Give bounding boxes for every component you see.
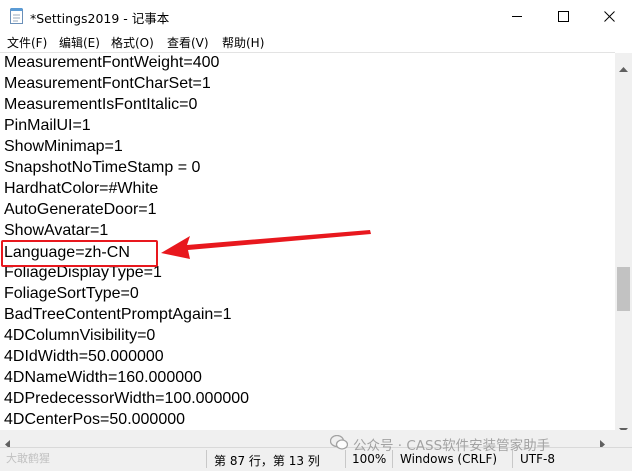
text-line: AutoGenerateDoor=1 (4, 201, 157, 218)
text-line: FoliageSortType=0 (4, 285, 139, 302)
text-line: ShowMinimap=1 (4, 138, 123, 155)
text-line: PinMailUI=1 (4, 117, 91, 134)
zoom-level: 100% (352, 452, 387, 466)
menu-file[interactable]: 文件(F) (7, 34, 47, 51)
text-line: MeasurementIsFontItalic=0 (4, 96, 198, 113)
watermark-left: 大敢鹤猩 (6, 452, 50, 465)
text-line: BadTreeContentPromptAgain=1 (4, 306, 232, 323)
minimize-button[interactable] (494, 0, 540, 32)
text-line: SnapshotNoTimeStamp = 0 (4, 159, 201, 176)
watermark-right-text: 公众号 · CASS软件安装管家助手 (353, 438, 551, 454)
menu-view[interactable]: 查看(V) (167, 34, 209, 51)
vertical-scrollbar[interactable] (615, 53, 632, 433)
text-line: 4DNameWidth=160.000000 (4, 369, 202, 386)
text-line: 4DPredecessorWidth=100.000000 (4, 390, 250, 407)
title-bar: *Settings2019 - 记事本 (0, 0, 632, 32)
close-icon (603, 10, 615, 22)
text-line: 4DCenterPos=50.000000 (4, 411, 186, 428)
text-line: MeasurementFontWeight=400 (4, 54, 220, 71)
window-title: *Settings2019 - 记事本 (30, 11, 170, 26)
minimize-icon (511, 11, 523, 22)
menu-edit[interactable]: 编辑(E) (59, 34, 100, 51)
menu-bar: 文件(F) 编辑(E) 格式(O) 查看(V) 帮助(H) (0, 32, 632, 52)
wechat-icon (329, 434, 353, 454)
text-line: ShowAvatar=1 (4, 222, 109, 239)
text-line: 4DColumnVisibility=0 (4, 327, 156, 344)
encoding: UTF-8 (520, 452, 555, 466)
maximize-button[interactable] (540, 0, 586, 32)
text-line: MeasurementFontCharSet=1 (4, 75, 211, 92)
maximize-icon (557, 10, 569, 22)
status-divider (206, 450, 207, 468)
text-line: 4DIdWidth=50.000000 (4, 348, 164, 365)
line-ending: Windows (CRLF) (400, 452, 498, 466)
scroll-up-icon[interactable] (619, 58, 628, 77)
menu-format[interactable]: 格式(O) (111, 34, 154, 51)
watermark-right: 公众号 · CASS软件安装管家助手 (329, 434, 551, 454)
menu-help[interactable]: 帮助(H) (222, 34, 264, 51)
highlight-box (1, 240, 158, 267)
cursor-position: 第 87 行，第 13 列 (214, 454, 320, 468)
vertical-scroll-thumb[interactable] (617, 267, 630, 311)
close-button[interactable] (586, 0, 632, 32)
notepad-icon (9, 7, 25, 24)
text-line: HardhatColor=#White (4, 180, 159, 197)
scrollbar-corner (615, 430, 632, 447)
